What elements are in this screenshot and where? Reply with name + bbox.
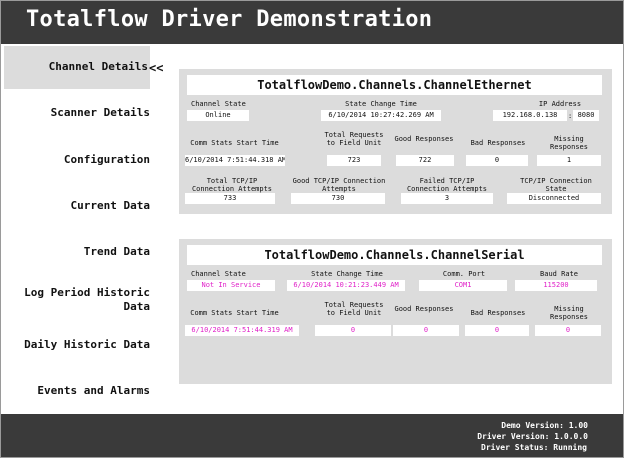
state-change-label: State Change Time — [345, 100, 417, 108]
state-change-value: 6/10/2014 10:27:42.269 AM — [321, 110, 441, 121]
comm-port-value: COM1 — [419, 280, 507, 291]
nav-label: Daily Historic Data — [24, 338, 150, 351]
serial-good-responses-label: Good Responses — [394, 305, 454, 313]
serial-channel-state-value: Not In Service — [187, 280, 275, 291]
nav-label: Current Data — [70, 199, 150, 212]
driver-status-label: Driver Status: — [481, 443, 549, 452]
missing-responses-value: 1 — [537, 155, 601, 166]
baud-rate-label: Baud Rate — [540, 270, 578, 278]
tcp-failed-attempts-value: 3 — [401, 193, 493, 204]
total-requests-value: 723 — [327, 155, 381, 166]
serial-channel-state-label: Channel State — [191, 270, 246, 278]
ip-port-value: 8080 — [573, 110, 599, 121]
demo-version-label: Demo Version: — [501, 421, 564, 430]
nav-label: Log Period Historic Data — [24, 286, 150, 313]
channel-state-value: Online — [187, 110, 249, 121]
ethernet-channel-panel: TotalflowDemo.Channels.ChannelEthernet C… — [179, 69, 612, 214]
tcp-connection-state-label: TCP/IP Connection State — [520, 177, 592, 193]
nav-label: Trend Data — [83, 245, 150, 258]
nav-label: Events and Alarms — [37, 384, 150, 397]
driver-version: Driver Version: 1.0.0.0 — [477, 432, 588, 441]
demo-version: Demo Version: 1.00 — [501, 421, 588, 430]
nav-current-data[interactable]: Current Data — [4, 199, 150, 213]
driver-status-value: Running — [553, 443, 587, 452]
serial-total-requests-label: Total Requests to Field Unit — [324, 301, 384, 317]
serial-bad-responses-label: Bad Responses — [470, 309, 526, 317]
demo-version-value: 1.00 — [568, 421, 588, 430]
nav-events-and-alarms[interactable]: Events and Alarms — [4, 384, 150, 398]
port-separator: : — [568, 112, 573, 120]
bad-responses-value: 0 — [466, 155, 528, 166]
bad-responses-label: Bad Responses — [470, 139, 526, 147]
serial-comm-stats-start-label: Comm Stats Start Time — [190, 309, 279, 317]
missing-responses-label: Missing Responses — [550, 135, 588, 151]
ip-address-label: IP Address — [538, 100, 582, 108]
serial-comm-stats-start-value: 6/10/2014 7:51:44.319 AM — [185, 325, 299, 336]
good-responses-value: 722 — [396, 155, 454, 166]
ethernet-channel-title: TotalflowDemo.Channels.ChannelEthernet — [187, 75, 602, 95]
app-header: Totalflow Driver Demonstration — [1, 1, 623, 44]
serial-state-change-value: 6/10/2014 10:21:23.449 AM — [287, 280, 405, 291]
nav-daily-historic-data[interactable]: Daily Historic Data — [4, 338, 150, 352]
tcp-connection-state-value: Disconnected — [507, 193, 601, 204]
app-title: Totalflow Driver Demonstration — [26, 7, 433, 32]
serial-missing-responses-value: 0 — [535, 325, 601, 336]
tcp-good-attempts-value: 730 — [291, 193, 385, 204]
serial-state-change-label: State Change Time — [311, 270, 383, 278]
good-responses-label: Good Responses — [394, 135, 454, 143]
nav-trend-data[interactable]: Trend Data — [4, 245, 150, 259]
nav-configuration[interactable]: Configuration — [4, 153, 150, 167]
driver-status: Driver Status: Running — [481, 443, 587, 452]
total-requests-label: Total Requests to Field Unit — [324, 131, 384, 147]
serial-bad-responses-value: 0 — [465, 325, 529, 336]
baud-rate-value: 115200 — [515, 280, 597, 291]
nav-scanner-details[interactable]: Scanner Details — [4, 106, 150, 120]
active-marker: << — [149, 61, 164, 75]
comm-stats-start-value: 6/10/2014 7:51:44.318 AM — [185, 155, 285, 166]
comm-stats-start-label: Comm Stats Start Time — [190, 139, 279, 147]
tcp-good-attempts-label: Good TCP/IP Connection Attempts — [292, 177, 386, 193]
nav-log-period-historic-data[interactable]: Log Period Historic Data — [4, 286, 150, 314]
nav-label: Channel Details — [48, 60, 148, 73]
nav-label: Scanner Details — [50, 106, 150, 119]
serial-missing-responses-label: Missing Responses — [550, 305, 588, 321]
ip-address-value: 192.168.0.138 — [493, 110, 567, 121]
tcp-total-attempts-label: Total TCP/IP Connection Attempts — [191, 177, 273, 193]
comm-port-label: Comm. Port — [442, 270, 486, 278]
serial-channel-title: TotalflowDemo.Channels.ChannelSerial — [187, 245, 602, 265]
driver-version-value: 1.0.0.0 — [554, 432, 588, 441]
driver-version-label: Driver Version: — [477, 432, 550, 441]
tcp-failed-attempts-label: Failed TCP/IP Connection Attempts — [406, 177, 488, 193]
serial-channel-panel: TotalflowDemo.Channels.ChannelSerial Cha… — [179, 239, 612, 384]
serial-total-requests-value: 0 — [315, 325, 391, 336]
serial-good-responses-value: 0 — [393, 325, 459, 336]
nav-channel-details[interactable]: Channel Details — [4, 46, 150, 89]
nav-label: Configuration — [63, 153, 150, 166]
channel-state-label: Channel State — [191, 100, 246, 108]
tcp-total-attempts-value: 733 — [185, 193, 275, 204]
status-footer: Demo Version: 1.00 Driver Version: 1.0.0… — [1, 414, 623, 457]
